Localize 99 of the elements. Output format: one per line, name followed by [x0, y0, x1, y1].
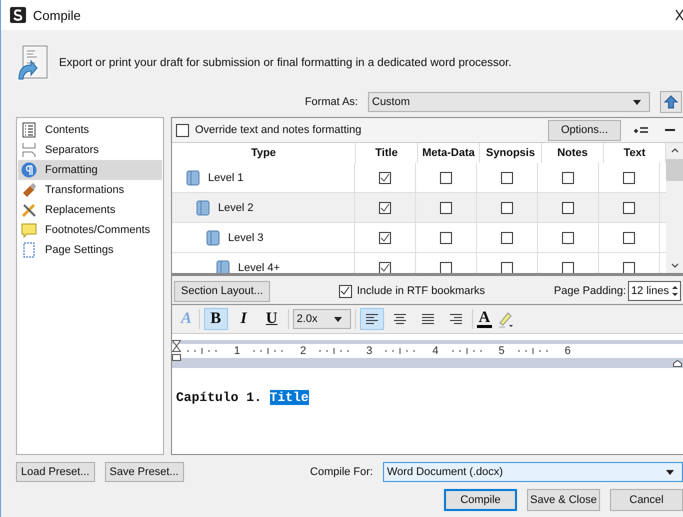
ruler-number: 4 — [432, 345, 438, 357]
underline-button[interactable]: U — [260, 308, 284, 330]
column-header: Synopsis — [480, 143, 542, 163]
left-align-icon — [364, 314, 379, 324]
scrollbar[interactable] — [666, 143, 683, 273]
line-spacing-dropdown[interactable]: 2.0x — [292, 309, 351, 329]
table-checkbox[interactable] — [440, 232, 452, 244]
paragraph-icon — [21, 162, 37, 178]
column-header: Type — [172, 143, 356, 163]
up-arrow-button[interactable] — [660, 91, 682, 113]
caret-icon — [666, 470, 674, 474]
override-label: Override text and notes formatting — [195, 124, 362, 136]
ruler-number: 3 — [366, 345, 372, 357]
ruler-number: 2 — [300, 345, 306, 357]
dialog-button[interactable]: Cancel — [610, 489, 683, 511]
dialog-button[interactable]: Save & Close — [527, 489, 600, 511]
sidebar-item[interactable]: Replacements — [18, 200, 162, 220]
table-checkbox[interactable] — [440, 262, 452, 273]
table-row[interactable]: Level 2 — [172, 193, 666, 223]
page-padding-spinner[interactable]: 12 lines — [628, 281, 681, 301]
bookmarks-label: Include in RTF bookmarks — [356, 285, 486, 297]
table-checkbox[interactable] — [562, 202, 574, 214]
table-checkbox[interactable] — [440, 172, 452, 184]
ruler-number: 1 — [234, 345, 240, 357]
table-row[interactable]: Level 3 — [172, 223, 666, 253]
level-name: Level 1 — [208, 172, 244, 184]
table-checkbox[interactable] — [623, 172, 635, 184]
list-icon — [21, 122, 37, 138]
format-as-label: Format As: — [304, 96, 358, 108]
table-checkbox[interactable] — [501, 262, 513, 273]
pencil-wrench-icon — [21, 202, 37, 218]
bookmarks-checkbox[interactable] — [338, 284, 352, 298]
folder-icon — [206, 230, 220, 246]
window-title: Compile — [33, 8, 81, 22]
scrollbar-thumb[interactable] — [666, 159, 683, 181]
table-checkbox[interactable] — [379, 262, 391, 273]
sidebar-item[interactable]: Separators — [18, 140, 162, 160]
preset-button[interactable]: Load Preset... — [16, 462, 94, 482]
document-text[interactable]: Capítulo 1. Title — [176, 390, 309, 405]
level-name: Level 4+ — [238, 262, 280, 273]
table-checkbox[interactable] — [379, 202, 391, 214]
separator-icon — [21, 142, 37, 158]
column-header: Meta-Data — [418, 143, 480, 163]
folder-icon — [216, 260, 230, 273]
text-color-button[interactable]: A — [476, 310, 492, 328]
app-icon — [9, 6, 27, 24]
ruler-number: 6 — [564, 345, 571, 357]
right-align-icon — [448, 314, 463, 324]
table-checkbox[interactable] — [501, 232, 513, 244]
table-checkbox[interactable] — [501, 172, 513, 184]
ruler-number: 5 — [498, 345, 505, 357]
table-checkbox[interactable] — [562, 232, 574, 244]
sidebar-item[interactable]: Transformations — [18, 180, 162, 200]
page-icon — [21, 242, 37, 258]
sidebar-item[interactable]: Contents — [18, 120, 162, 140]
preset-button[interactable]: Save Preset... — [104, 462, 184, 482]
scroll-down-icon[interactable] — [670, 263, 678, 269]
folder-icon — [196, 200, 210, 216]
description-text: Export or print your draft for submission or final formatting in a dedicated word processor. — [59, 57, 512, 69]
sidebar-item[interactable]: Formatting — [18, 160, 162, 180]
close-icon[interactable] — [675, 9, 683, 21]
table-checkbox[interactable] — [379, 172, 391, 184]
bold-button[interactable]: B — [204, 308, 228, 330]
sidebar-item[interactable]: Footnotes/Comments — [18, 220, 162, 240]
caret-icon — [334, 316, 342, 322]
minus-icon[interactable] — [665, 128, 675, 132]
note-icon — [21, 222, 37, 238]
italic-button[interactable]: I — [232, 308, 256, 330]
override-checkbox[interactable] — [176, 124, 189, 136]
compile-for-dropdown[interactable]: Word Document (.docx) — [383, 462, 683, 482]
folder-icon — [186, 170, 200, 186]
table-checkbox[interactable] — [562, 262, 574, 273]
level-name: Level 3 — [228, 232, 264, 244]
format-dropdown[interactable]: Custom — [368, 92, 650, 112]
table-checkbox[interactable] — [623, 262, 635, 273]
justify-align-icon — [420, 314, 435, 324]
column-header: Notes — [542, 143, 604, 163]
align-left-button[interactable] — [360, 308, 384, 330]
options-button[interactable]: Options... — [548, 120, 621, 140]
table-checkbox[interactable] — [623, 232, 635, 244]
level-name: Level 2 — [218, 202, 254, 214]
page-padding-label: Page Padding: — [554, 285, 626, 297]
dialog-button[interactable]: Compile — [444, 489, 517, 511]
add-level-icon[interactable] — [633, 125, 649, 135]
indent-marker-icon[interactable] — [172, 340, 181, 362]
caret-icon — [633, 100, 641, 104]
compile-for-label: Compile For: — [310, 466, 373, 478]
table-checkbox[interactable] — [379, 232, 391, 244]
table-checkbox[interactable] — [440, 202, 452, 214]
sidebar-item[interactable]: Page Settings — [18, 240, 162, 260]
table-checkbox[interactable] — [623, 202, 635, 214]
scroll-up-icon[interactable] — [670, 147, 678, 153]
brush-icon — [21, 182, 37, 198]
table-checkbox[interactable] — [501, 202, 513, 214]
center-align-icon — [392, 314, 407, 324]
column-header: Title — [356, 143, 418, 163]
table-checkbox[interactable] — [562, 172, 574, 184]
right-margin-marker-icon[interactable] — [673, 360, 682, 367]
section-layout-button[interactable]: Section Layout... — [174, 280, 270, 302]
